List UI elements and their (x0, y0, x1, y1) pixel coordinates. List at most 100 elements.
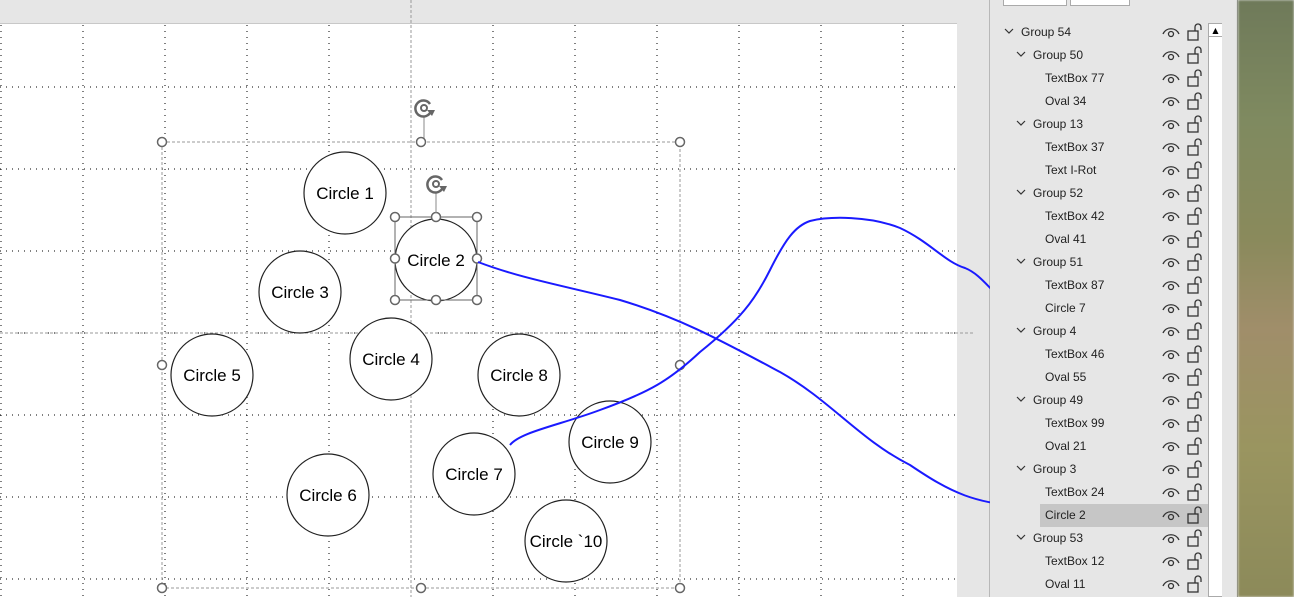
tree-group-item[interactable]: Group 13 (990, 113, 1208, 136)
circle-shape[interactable]: Circle 4 (349, 317, 433, 401)
tree-item[interactable]: Text I-Rot (990, 159, 1208, 182)
tree-group-item[interactable]: Group 4 (990, 320, 1208, 343)
unlock-icon[interactable] (1187, 69, 1203, 90)
chevron-down-icon[interactable] (1016, 393, 1026, 403)
tree-group-item[interactable]: Group 49 (990, 389, 1208, 412)
unlock-icon[interactable] (1187, 322, 1203, 343)
tree-item[interactable]: TextBox 77 (990, 67, 1208, 90)
tree-item[interactable]: TextBox 99 (990, 412, 1208, 435)
tree-item[interactable]: TextBox 42 (990, 205, 1208, 228)
unlock-icon[interactable] (1187, 46, 1203, 67)
eye-icon[interactable] (1162, 325, 1180, 340)
eye-icon[interactable] (1162, 417, 1180, 432)
chevron-down-icon[interactable] (1016, 531, 1026, 541)
resize-handle[interactable] (415, 136, 427, 148)
eye-icon[interactable] (1162, 348, 1180, 363)
tree-group-item[interactable]: Group 51 (990, 251, 1208, 274)
unlock-icon[interactable] (1187, 230, 1203, 251)
unlock-icon[interactable] (1187, 414, 1203, 435)
tree-item[interactable]: TextBox 37 (990, 136, 1208, 159)
resize-handle[interactable] (156, 359, 168, 371)
tree-item[interactable]: TextBox 12 (990, 550, 1208, 573)
unlock-icon[interactable] (1187, 161, 1203, 182)
resize-handle[interactable] (471, 211, 483, 223)
tree-item[interactable]: TextBox 24 (990, 481, 1208, 504)
tree-group-item[interactable]: Group 54 (990, 21, 1208, 44)
circle-shape[interactable]: Circle 7 (432, 432, 516, 516)
resize-handle[interactable] (430, 294, 442, 306)
eye-icon[interactable] (1162, 233, 1180, 248)
chevron-down-icon[interactable] (1016, 186, 1026, 196)
unlock-icon[interactable] (1187, 437, 1203, 458)
circle-shape[interactable]: Circle 8 (477, 333, 561, 417)
eye-icon[interactable] (1162, 509, 1180, 524)
unlock-icon[interactable] (1187, 276, 1203, 297)
resize-handle[interactable] (389, 253, 401, 264)
eye-icon[interactable] (1162, 302, 1180, 317)
chevron-down-icon[interactable] (1016, 117, 1026, 127)
unlock-icon[interactable] (1187, 460, 1203, 481)
eye-icon[interactable] (1162, 187, 1180, 202)
unlock-icon[interactable] (1187, 23, 1203, 44)
scroll-up-button[interactable]: ▲ (1209, 24, 1222, 37)
tree-group-item[interactable]: Group 53 (990, 527, 1208, 550)
tree-item[interactable]: TextBox 46 (990, 343, 1208, 366)
eye-icon[interactable] (1162, 72, 1180, 87)
chevron-down-icon[interactable] (1004, 25, 1014, 35)
tree-item[interactable]: Oval 21 (990, 435, 1208, 458)
resize-handle[interactable] (389, 294, 401, 306)
resize-handle[interactable] (471, 253, 483, 264)
resize-handle[interactable] (674, 582, 686, 594)
eye-icon[interactable] (1162, 578, 1180, 593)
eye-icon[interactable] (1162, 210, 1180, 225)
resize-handle[interactable] (415, 582, 427, 594)
unlock-icon[interactable] (1187, 92, 1203, 113)
unlock-icon[interactable] (1187, 115, 1203, 136)
eye-icon[interactable] (1162, 118, 1180, 133)
circle-shape[interactable]: Circle 1 (303, 151, 387, 235)
unlock-icon[interactable] (1187, 575, 1203, 596)
show-all-button[interactable] (1003, 0, 1067, 6)
unlock-icon[interactable] (1187, 184, 1203, 205)
hide-all-button[interactable] (1070, 0, 1130, 6)
eye-icon[interactable] (1162, 256, 1180, 271)
tree-item[interactable]: Oval 55 (990, 366, 1208, 389)
resize-handle[interactable] (156, 136, 168, 148)
resize-handle[interactable] (389, 211, 401, 223)
unlock-icon[interactable] (1187, 368, 1203, 389)
tree-group-item[interactable]: Group 50 (990, 44, 1208, 67)
unlock-icon[interactable] (1187, 529, 1203, 550)
tree-group-item[interactable]: Group 52 (990, 182, 1208, 205)
chevron-down-icon[interactable] (1016, 255, 1026, 265)
eye-icon[interactable] (1162, 164, 1180, 179)
tree-item[interactable]: Circle 7 (990, 297, 1208, 320)
unlock-icon[interactable] (1187, 506, 1203, 527)
unlock-icon[interactable] (1187, 253, 1203, 274)
eye-icon[interactable] (1162, 49, 1180, 64)
eye-icon[interactable] (1162, 141, 1180, 156)
resize-handle[interactable] (471, 294, 483, 306)
unlock-icon[interactable] (1187, 391, 1203, 412)
eye-icon[interactable] (1162, 486, 1180, 501)
circle-shape[interactable]: Circle `10 (524, 499, 608, 583)
unlock-icon[interactable] (1187, 552, 1203, 573)
eye-icon[interactable] (1162, 532, 1180, 547)
chevron-down-icon[interactable] (1016, 462, 1026, 472)
unlock-icon[interactable] (1187, 483, 1203, 504)
resize-handle[interactable] (156, 582, 168, 594)
circle-shape[interactable]: Circle 6 (286, 453, 370, 537)
eye-icon[interactable] (1162, 394, 1180, 409)
eye-icon[interactable] (1162, 26, 1180, 41)
eye-icon[interactable] (1162, 440, 1180, 455)
selection-pane-scrollbar[interactable]: ▲ (1208, 23, 1223, 597)
eye-icon[interactable] (1162, 371, 1180, 386)
eye-icon[interactable] (1162, 463, 1180, 478)
tree-item[interactable]: Oval 11 (990, 573, 1208, 596)
circle-shape[interactable]: Circle 2 (394, 218, 478, 302)
unlock-icon[interactable] (1187, 207, 1203, 228)
tree-item[interactable]: TextBox 87 (990, 274, 1208, 297)
circle-shape[interactable]: Circle 5 (170, 333, 254, 417)
eye-icon[interactable] (1162, 279, 1180, 294)
tree-item[interactable]: Oval 34 (990, 90, 1208, 113)
tree-item[interactable]: Circle 2 (990, 504, 1208, 527)
